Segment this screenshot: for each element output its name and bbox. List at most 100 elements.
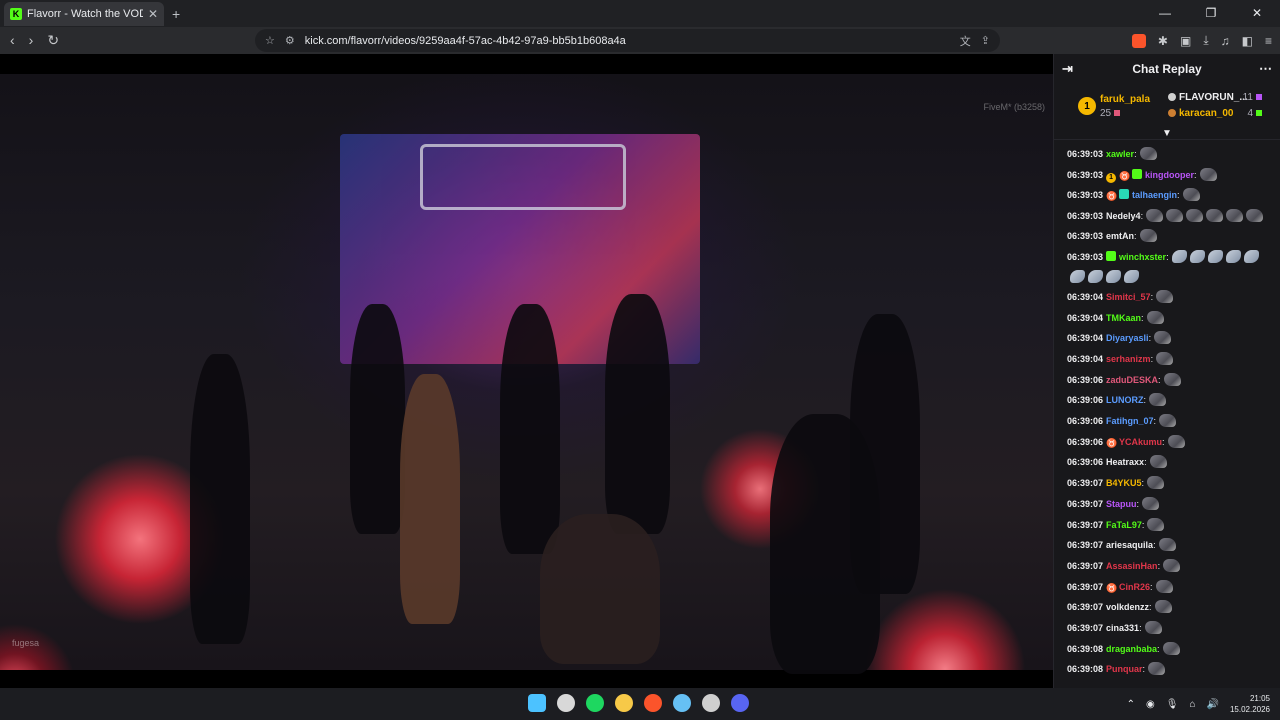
emote-icon[interactable]: [1186, 209, 1204, 223]
emote-icon[interactable]: [1171, 249, 1187, 263]
new-tab-button[interactable]: +: [172, 6, 180, 22]
forward-button[interactable]: ›: [29, 32, 34, 49]
spotify-icon[interactable]: [586, 694, 604, 712]
steam-icon[interactable]: [673, 694, 691, 712]
message-username[interactable]: Punquar: [1106, 664, 1143, 674]
emote-icon[interactable]: [1163, 372, 1181, 386]
wallet-icon[interactable]: ▣: [1180, 34, 1191, 48]
emote-icon[interactable]: [1246, 209, 1264, 223]
message-username[interactable]: cina331: [1106, 623, 1139, 633]
emote-icon[interactable]: [1159, 414, 1177, 428]
message-username[interactable]: AssasinHan: [1106, 561, 1158, 571]
message-username[interactable]: Fatihgn_07: [1106, 416, 1154, 426]
address-bar[interactable]: ☆ ⚙ kick.com/flavorr/videos/9259aa4f-57a…: [255, 29, 1000, 52]
horn-badge-icon[interactable]: ♉: [1106, 438, 1117, 448]
message-username[interactable]: CinR26: [1119, 582, 1150, 592]
message-username[interactable]: kingdooper: [1145, 170, 1194, 180]
emote-icon[interactable]: [1154, 600, 1172, 614]
emote-icon[interactable]: [1088, 269, 1103, 283]
emote-icon[interactable]: [1144, 621, 1162, 635]
emote-icon[interactable]: [1163, 558, 1181, 572]
emote-icon[interactable]: [1225, 249, 1241, 263]
emote-icon[interactable]: [1070, 269, 1085, 283]
share-icon[interactable]: ⇪: [981, 34, 990, 47]
tray-chevron-icon[interactable]: ⌃: [1127, 699, 1135, 710]
app-icon[interactable]: [702, 694, 720, 712]
emote-icon[interactable]: [1207, 249, 1223, 263]
download-icon[interactable]: ⤓: [1203, 33, 1208, 48]
emote-icon[interactable]: [1146, 310, 1164, 324]
network-icon[interactable]: ⌂: [1189, 699, 1195, 710]
emote-icon[interactable]: [1147, 476, 1165, 490]
horn-badge-icon[interactable]: ♉: [1119, 171, 1130, 181]
message-username[interactable]: B4YKU5: [1106, 478, 1142, 488]
extensions-icon[interactable]: ✱: [1158, 34, 1168, 48]
message-username[interactable]: draganbaba: [1106, 644, 1157, 654]
emote-icon[interactable]: [1158, 538, 1176, 552]
message-username[interactable]: ariesaquila: [1106, 540, 1153, 550]
brave-icon[interactable]: [644, 694, 662, 712]
emote-icon[interactable]: [1243, 249, 1259, 263]
url-text[interactable]: kick.com/flavorr/videos/9259aa4f-57ac-4b…: [305, 35, 950, 47]
maximize-button[interactable]: ❐: [1188, 0, 1234, 27]
back-button[interactable]: ‹: [10, 32, 15, 49]
emote-icon[interactable]: [1166, 209, 1184, 223]
start-button-icon[interactable]: [528, 694, 546, 712]
discord-icon[interactable]: [731, 694, 749, 712]
emote-icon[interactable]: [1106, 269, 1121, 283]
brave-shields-icon[interactable]: [1131, 33, 1146, 48]
emote-icon[interactable]: [1167, 434, 1185, 448]
tealsub-badge-icon[interactable]: [1119, 189, 1130, 200]
message-username[interactable]: YCAkumu: [1119, 437, 1162, 447]
emote-icon[interactable]: [1146, 209, 1164, 223]
emote-icon[interactable]: [1124, 269, 1139, 283]
minimize-button[interactable]: —: [1142, 0, 1188, 27]
emote-icon[interactable]: [1226, 209, 1244, 223]
expand-leaderboard-icon[interactable]: ▼: [1162, 128, 1172, 139]
leader-third-name[interactable]: karacan_00: [1168, 108, 1234, 119]
message-username[interactable]: talhaengin: [1132, 190, 1177, 200]
message-username[interactable]: Simitci_57: [1106, 292, 1151, 302]
emote-icon[interactable]: [1156, 351, 1174, 365]
message-username[interactable]: zaduDESKA: [1106, 375, 1158, 385]
emote-icon[interactable]: [1155, 579, 1173, 593]
sub-badge-icon[interactable]: [1106, 250, 1117, 261]
translate-icon[interactable]: 文: [960, 33, 971, 49]
search-shield-icon[interactable]: [557, 694, 575, 712]
message-username[interactable]: TMKaan: [1106, 313, 1141, 323]
clock[interactable]: 21:05 15.02.2026: [1230, 693, 1270, 715]
microphone-icon[interactable]: 🎙: [1166, 699, 1179, 710]
sidebar-icon[interactable]: ◧: [1242, 34, 1253, 48]
collapse-chat-icon[interactable]: ⇥: [1062, 61, 1073, 77]
message-username[interactable]: xawler: [1106, 149, 1134, 159]
message-username[interactable]: winchxster: [1119, 252, 1166, 262]
emote-icon[interactable]: [1139, 229, 1157, 243]
sub-badge-icon[interactable]: [1132, 168, 1143, 179]
message-username[interactable]: LUNORZ: [1106, 395, 1144, 405]
message-username[interactable]: volkdenzz: [1106, 602, 1149, 612]
site-info-icon[interactable]: ⚙: [285, 34, 295, 47]
horn-badge-icon[interactable]: ♉: [1106, 191, 1117, 201]
discord-tray-icon[interactable]: ◉: [1146, 699, 1155, 710]
message-username[interactable]: FaTaL97: [1106, 520, 1142, 530]
close-window-button[interactable]: ✕: [1234, 0, 1280, 27]
emote-icon[interactable]: [1149, 455, 1167, 469]
message-username[interactable]: Stapuu: [1106, 499, 1137, 509]
video-frame[interactable]: FiveM* (b3258) fugesa: [0, 74, 1053, 674]
coin-badge-icon[interactable]: 1: [1106, 172, 1117, 183]
emote-icon[interactable]: [1142, 496, 1160, 510]
emote-icon[interactable]: [1156, 289, 1174, 303]
media-icon[interactable]: ♫: [1221, 34, 1230, 48]
tab-close-icon[interactable]: ✕: [148, 7, 158, 21]
emote-icon[interactable]: [1147, 517, 1165, 531]
menu-icon[interactable]: ≡: [1265, 34, 1272, 48]
leader-second-name[interactable]: FLAVORUN_...: [1168, 92, 1248, 103]
emote-icon[interactable]: [1206, 209, 1224, 223]
emote-icon[interactable]: [1189, 249, 1205, 263]
message-username[interactable]: Heatraxx: [1106, 457, 1144, 467]
emote-icon[interactable]: [1182, 188, 1200, 202]
file-explorer-icon[interactable]: [615, 694, 633, 712]
volume-icon[interactable]: 🔊: [1207, 699, 1219, 710]
leader-first-name[interactable]: faruk_pala: [1100, 94, 1150, 105]
emote-icon[interactable]: [1154, 331, 1172, 345]
